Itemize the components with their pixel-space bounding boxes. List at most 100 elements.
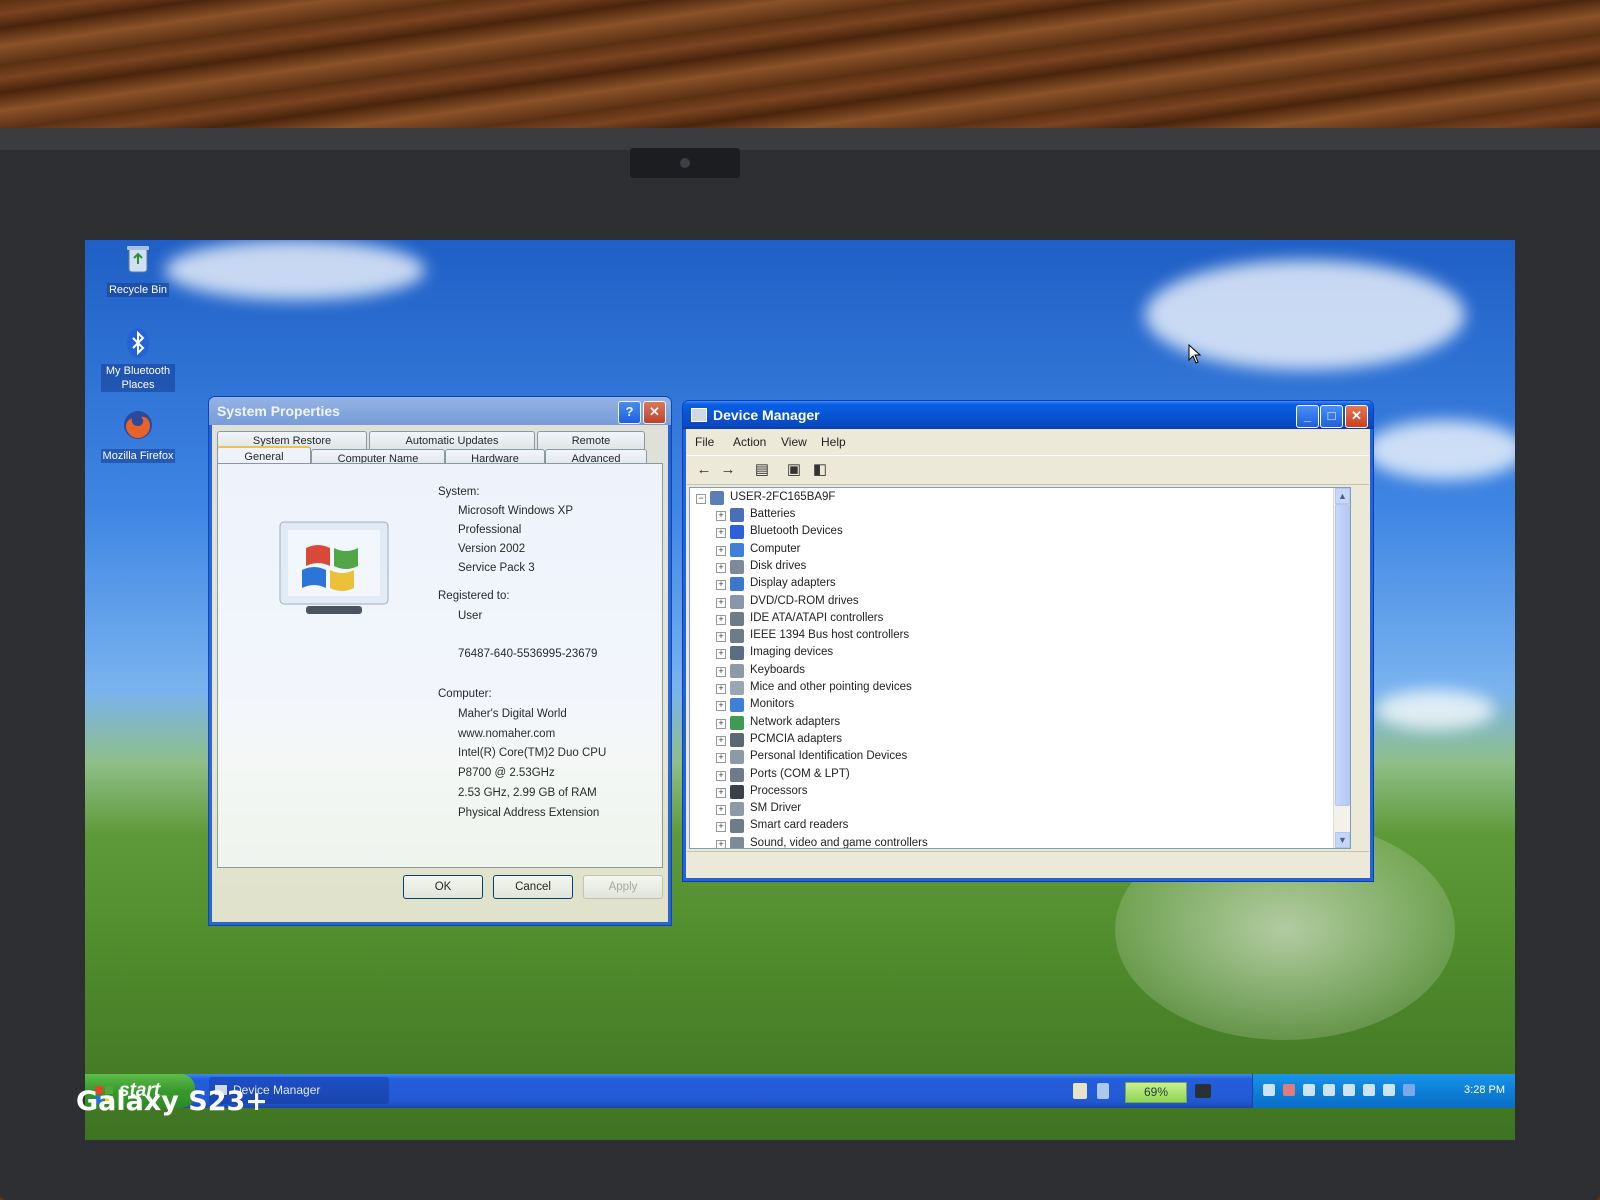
tree-item[interactable]: + Display adapters xyxy=(690,576,1330,593)
tree-item[interactable]: + Network adapters xyxy=(690,715,1330,732)
system-properties-window[interactable]: System Properties ? ✕ System Restore Aut… xyxy=(208,396,672,926)
tray-app-icon[interactable] xyxy=(1383,1084,1395,1096)
forward-arrow-icon[interactable]: → xyxy=(717,460,739,480)
tray-app-icon[interactable] xyxy=(1323,1084,1335,1096)
window-title: Device Manager xyxy=(713,407,820,423)
tree-item[interactable]: + Personal Identification Devices xyxy=(690,749,1330,766)
tree-item[interactable]: + Batteries xyxy=(690,507,1330,524)
help-tray-icon[interactable] xyxy=(1073,1083,1087,1099)
expand-icon[interactable]: + xyxy=(716,562,726,573)
vertical-scrollbar[interactable]: ▲ ▼ xyxy=(1333,488,1350,848)
tree-item[interactable]: + Monitors xyxy=(690,697,1330,714)
expand-icon[interactable]: + xyxy=(716,718,726,729)
tree-item[interactable]: + Sound, video and game controllers xyxy=(690,836,1330,849)
show-hide-console-tree-icon[interactable]: ▤ xyxy=(751,460,773,480)
properties-help-icon[interactable]: ▣ xyxy=(783,460,805,480)
tray-app-icon[interactable] xyxy=(1263,1084,1275,1096)
tree-item[interactable]: + Processors xyxy=(690,784,1330,801)
expand-icon[interactable]: + xyxy=(716,580,726,591)
tree-item[interactable]: + Bluetooth Devices xyxy=(690,524,1330,541)
tab-automatic-updates[interactable]: Automatic Updates xyxy=(369,431,535,451)
menu-file[interactable]: File xyxy=(695,435,714,449)
tray-app-icon[interactable] xyxy=(1303,1084,1315,1096)
expand-icon[interactable]: + xyxy=(716,787,726,798)
security-alert-icon[interactable] xyxy=(1283,1084,1295,1096)
os-name: Microsoft Windows XP xyxy=(458,505,574,517)
collapse-icon[interactable]: − xyxy=(696,494,706,504)
tree-item[interactable]: + Ports (COM & LPT) xyxy=(690,767,1330,784)
expand-icon[interactable]: + xyxy=(716,701,726,712)
device-tree[interactable]: − USER-2FC165BA9F + Batteries + Bluetooth D… xyxy=(689,487,1351,849)
clock[interactable]: 3:28 PM xyxy=(1464,1084,1505,1096)
expand-icon[interactable]: + xyxy=(716,822,726,833)
xp-desktop: Recycle Bin My Bluetooth Places Mozilla … xyxy=(85,240,1515,1140)
camera-watermark: Galaxy S23+ xyxy=(76,1086,268,1117)
expand-icon[interactable]: + xyxy=(716,753,726,764)
tray-app-icon[interactable] xyxy=(1363,1084,1375,1096)
tree-item-label: Personal Identification Devices xyxy=(750,750,908,763)
expand-icon[interactable]: + xyxy=(716,805,726,816)
expand-icon[interactable]: + xyxy=(716,545,726,556)
tree-item[interactable]: + Mice and other pointing devices xyxy=(690,680,1330,697)
desktop-icon-recycle-bin[interactable]: Recycle Bin xyxy=(95,242,181,298)
apply-button[interactable]: Apply xyxy=(583,875,663,899)
expand-icon[interactable]: + xyxy=(716,684,726,694)
scroll-down-arrow-icon[interactable]: ▼ xyxy=(1335,832,1350,848)
tree-item[interactable]: + PCMCIA adapters xyxy=(690,732,1330,749)
close-button[interactable]: ✕ xyxy=(643,401,666,424)
tree-item[interactable]: + IEEE 1394 Bus host controllers xyxy=(690,628,1330,645)
network-tray-icon[interactable] xyxy=(1097,1083,1109,1099)
tree-item[interactable]: + DVD/CD-ROM drives xyxy=(690,594,1330,611)
maximize-button[interactable]: □ xyxy=(1320,405,1343,428)
device-manager-window[interactable]: Device Manager _ □ ✕ File Action View He… xyxy=(682,400,1374,882)
tree-item[interactable]: + Smart card readers xyxy=(690,818,1330,835)
expand-icon[interactable]: + xyxy=(716,511,726,521)
expand-icon[interactable]: + xyxy=(716,666,726,677)
tree-root[interactable]: − USER-2FC165BA9F xyxy=(690,490,1330,507)
expand-icon[interactable]: + xyxy=(716,528,726,539)
battery-indicator[interactable]: 69% xyxy=(1125,1082,1187,1103)
computer-heading: Computer: xyxy=(438,688,492,700)
root-computer-name: USER-2FC165BA9F xyxy=(730,491,836,503)
device-manager-titlebar[interactable]: Device Manager _ □ ✕ xyxy=(683,401,1373,429)
desktop-icon-bluetooth-places[interactable]: My Bluetooth Places xyxy=(95,326,181,393)
power-plug-icon[interactable] xyxy=(1195,1084,1211,1098)
bluetooth-tray-icon[interactable] xyxy=(1403,1084,1415,1096)
close-button[interactable]: ✕ xyxy=(1345,405,1368,428)
cloud xyxy=(1375,690,1495,730)
expand-icon[interactable]: + xyxy=(716,839,726,848)
menu-help[interactable]: Help xyxy=(821,435,846,449)
tree-item[interactable]: + IDE ATA/ATAPI controllers xyxy=(690,611,1330,628)
back-arrow-icon[interactable]: ← xyxy=(693,460,715,480)
expand-icon[interactable]: + xyxy=(716,632,726,643)
scroll-up-arrow-icon[interactable]: ▲ xyxy=(1335,488,1350,504)
expand-icon[interactable]: + xyxy=(716,735,726,746)
tree-item-label: IEEE 1394 Bus host controllers xyxy=(750,629,910,642)
tree-item[interactable]: + Keyboards xyxy=(690,663,1330,680)
tree-item-label: Sound, video and game controllers xyxy=(750,836,928,849)
menu-view[interactable]: View xyxy=(781,435,807,449)
expand-icon[interactable]: + xyxy=(716,597,726,608)
tray-app-icon[interactable] xyxy=(1343,1084,1355,1096)
ok-button[interactable]: OK xyxy=(403,875,483,899)
tab-remote[interactable]: Remote xyxy=(537,431,645,451)
tree-item[interactable]: + Disk drives xyxy=(690,559,1330,576)
minimize-button[interactable]: _ xyxy=(1296,405,1319,428)
tree-item[interactable]: + SM Driver xyxy=(690,801,1330,818)
device-category-icon xyxy=(730,611,744,626)
tree-item-label: Display adapters xyxy=(750,577,836,590)
desktop-icon-firefox[interactable]: Mozilla Firefox xyxy=(95,408,181,464)
expand-icon[interactable]: + xyxy=(716,649,726,660)
laptop-bezel-top xyxy=(0,128,1600,150)
device-category-icon xyxy=(730,836,744,848)
show-pane-icon[interactable]: ◧ xyxy=(809,460,831,480)
tree-item[interactable]: + Computer xyxy=(690,542,1330,559)
help-button[interactable]: ? xyxy=(618,401,641,424)
expand-icon[interactable]: + xyxy=(716,770,726,781)
menu-action[interactable]: Action xyxy=(733,435,766,449)
system-properties-titlebar[interactable]: System Properties ? ✕ xyxy=(209,397,671,425)
tree-item[interactable]: + Imaging devices xyxy=(690,645,1330,662)
scrollbar-thumb[interactable] xyxy=(1335,504,1350,806)
expand-icon[interactable]: + xyxy=(716,614,726,625)
cancel-button[interactable]: Cancel xyxy=(493,875,573,899)
